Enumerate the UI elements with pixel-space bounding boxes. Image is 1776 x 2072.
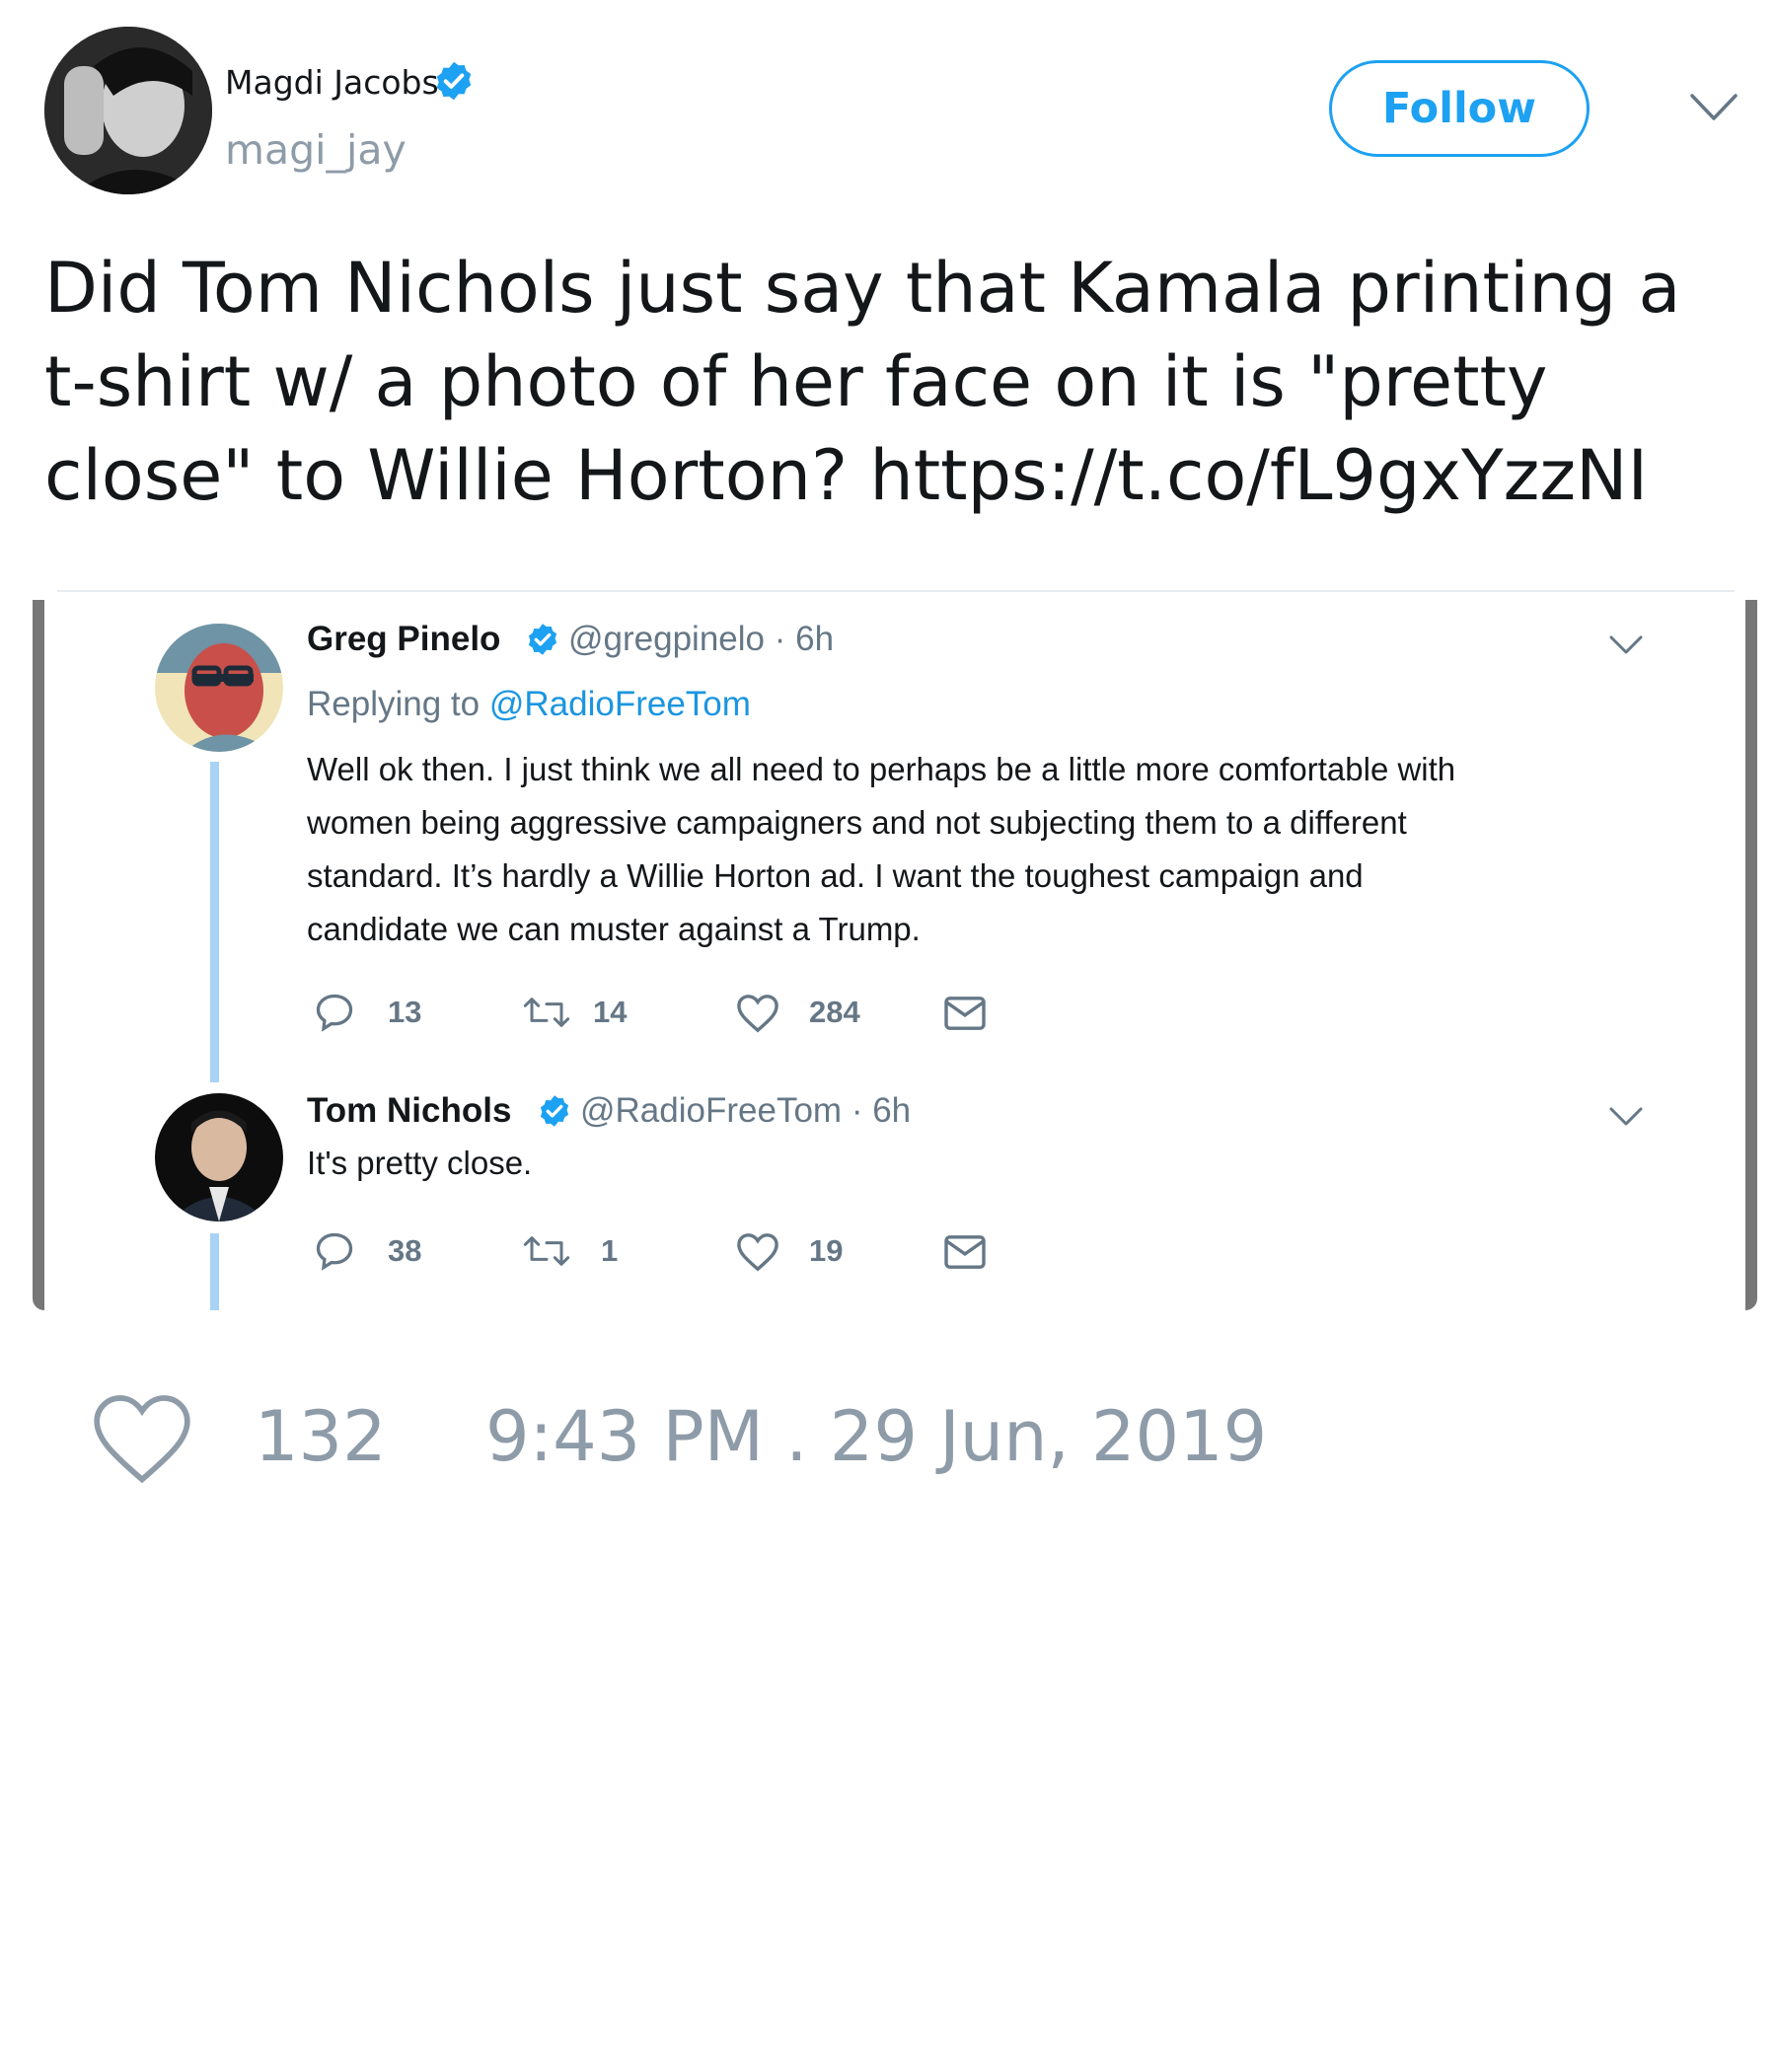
reply1-like-count: 284 <box>809 995 860 1029</box>
thread-line <box>210 1233 219 1310</box>
follow-button[interactable]: Follow <box>1329 60 1590 157</box>
author-avatar[interactable] <box>44 27 212 194</box>
reply2-handle: @RadioFreeTom · 6h <box>580 1091 912 1130</box>
verified-badge-icon <box>540 1095 569 1127</box>
like-count: 132 <box>255 1396 387 1477</box>
frame-left <box>33 600 44 1310</box>
verified-badge-icon <box>528 624 557 655</box>
tom-avatar <box>155 1093 283 1221</box>
reply-icon <box>316 994 353 1032</box>
tweet-timestamp[interactable]: 9:43 PM . 29 Jun, 2019 <box>485 1396 1267 1477</box>
reply1-handle: @gregpinelo · 6h <box>568 620 835 658</box>
message-icon <box>944 997 986 1030</box>
reply2-reply-count: 38 <box>388 1233 422 1268</box>
author-name[interactable]: Magdi Jacobs <box>225 63 439 102</box>
reply-icon <box>316 1232 353 1271</box>
greg-avatar <box>155 624 283 752</box>
reply1-reply-count: 13 <box>388 995 422 1029</box>
reply1-retweet-count: 14 <box>593 995 628 1029</box>
verified-badge-icon <box>436 61 472 101</box>
like-heart-icon[interactable] <box>89 1391 195 1486</box>
reply1-text: Well ok then. I just think we all need t… <box>307 751 1456 947</box>
author-handle[interactable]: magi_jay <box>225 126 407 174</box>
reply2-name: Tom Nichols <box>307 1091 512 1130</box>
frame-top <box>57 590 1735 592</box>
reply1-name: Greg Pinelo <box>307 620 501 658</box>
thread-line <box>210 762 219 1082</box>
reply2-retweet-count: 1 <box>601 1233 619 1268</box>
reply2-like-count: 19 <box>809 1233 844 1268</box>
chevron-down-icon <box>1609 1107 1643 1126</box>
chevron-down-icon <box>1609 635 1643 654</box>
heart-icon <box>737 995 778 1033</box>
embedded-screenshot[interactable]: Greg Pinelo @gregpinelo · 6h Replying to… <box>33 590 1757 1310</box>
message-icon <box>944 1235 986 1269</box>
frame-right <box>1745 600 1757 1310</box>
reply2-text: It's pretty close. <box>307 1145 533 1181</box>
replying-to: Replying to @RadioFreeTom <box>307 685 751 723</box>
retweet-icon <box>523 998 570 1027</box>
retweet-icon <box>523 1236 570 1266</box>
heart-icon <box>737 1233 778 1272</box>
chevron-down-icon[interactable] <box>1689 91 1739 124</box>
tweet-text: Did Tom Nichols just say that Kamala pri… <box>44 248 1681 516</box>
